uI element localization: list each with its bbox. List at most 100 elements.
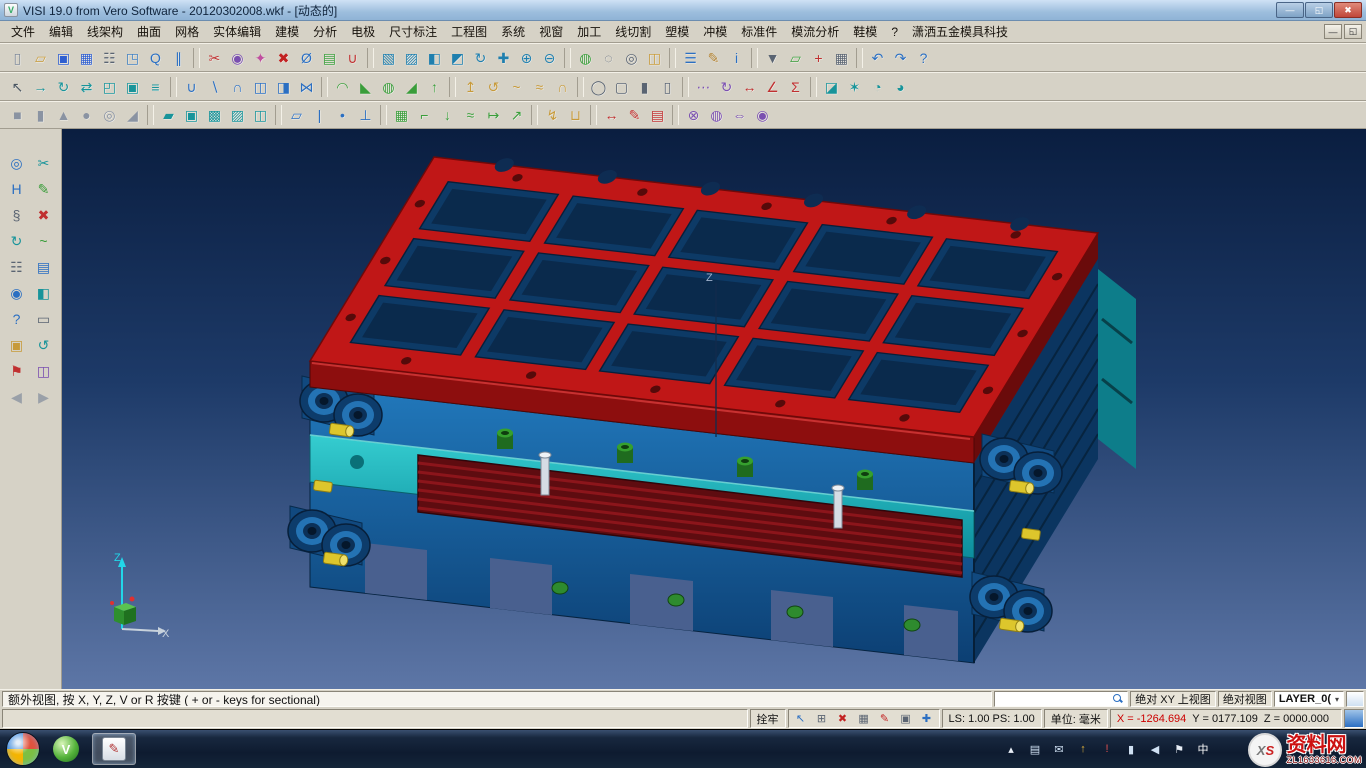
mdi-minimize-button[interactable]: — xyxy=(1324,24,1342,39)
shadow-icon[interactable]: ◕ xyxy=(889,75,912,99)
dynamic-section-icon[interactable]: ◫ xyxy=(643,46,666,70)
measure-angle-icon[interactable]: ∠ xyxy=(761,75,784,99)
transparency-icon[interactable]: ◔ xyxy=(866,75,889,99)
clamp-toggle[interactable]: 拴牢 xyxy=(750,709,786,728)
layer-combo[interactable]: LAYER_0( ▾ xyxy=(1274,691,1344,707)
snap-mode-icon[interactable]: ⊞ xyxy=(812,711,832,727)
annotation-icon[interactable]: ✎ xyxy=(623,103,646,127)
electrode-holder-icon[interactable]: ⊔ xyxy=(564,103,587,127)
block-insert-icon[interactable]: ▣ xyxy=(180,103,203,127)
stitch-icon[interactable]: ⋈ xyxy=(295,75,318,99)
calculator-icon[interactable]: ▤ xyxy=(318,46,341,70)
cavity-icon[interactable]: ▩ xyxy=(203,103,226,127)
box-select-icon[interactable]: ▭ xyxy=(31,307,56,331)
rib-icon[interactable]: ▯ xyxy=(656,75,679,99)
action-center-flag-icon[interactable]: ⚑ xyxy=(1170,739,1188,759)
sheet-icon[interactable]: ▤ xyxy=(31,255,56,279)
menu-file[interactable]: 文件 xyxy=(4,21,42,42)
cylinder-primitive-icon[interactable]: ▮ xyxy=(29,103,52,127)
delete-mode-icon[interactable]: ✖ xyxy=(833,711,853,727)
selection-filter-icon[interactable]: ▼ xyxy=(761,46,784,70)
minimize-button[interactable]: — xyxy=(1276,2,1304,18)
menu-help[interactable]: ? xyxy=(884,23,905,41)
delete-icon[interactable]: ✖ xyxy=(272,46,295,70)
link-chain-icon[interactable]: § xyxy=(4,203,29,227)
hidden-line-icon[interactable]: ◎ xyxy=(620,46,643,70)
core-icon[interactable]: ▨ xyxy=(226,103,249,127)
add-mode-icon[interactable]: ✚ xyxy=(917,711,937,727)
new-document-icon[interactable]: ▯ xyxy=(6,46,29,70)
update-tray-icon[interactable]: ↑ xyxy=(1074,739,1092,759)
menu-electrode[interactable]: 电极 xyxy=(344,21,382,42)
datum-plane-icon[interactable]: ▱ xyxy=(285,103,308,127)
view-iso-icon[interactable]: ◩ xyxy=(446,46,469,70)
bom-table-icon[interactable]: ▤ xyxy=(646,103,669,127)
cone-primitive-icon[interactable]: ▲ xyxy=(52,103,75,127)
scissors-trim-icon[interactable]: ✂ xyxy=(31,151,56,175)
messenger-tray-icon[interactable]: ✉ xyxy=(1050,739,1068,759)
menu-standard-parts[interactable]: 标准件 xyxy=(734,21,784,42)
flag-icon[interactable]: ⚑ xyxy=(4,359,29,383)
magnet-icon[interactable]: ∪ xyxy=(341,46,364,70)
pause-icon[interactable]: ∥ xyxy=(167,46,190,70)
attributes-icon[interactable]: ✎ xyxy=(702,46,725,70)
taskbar-app-visi[interactable]: V xyxy=(44,733,88,765)
menu-analysis[interactable]: 分析 xyxy=(306,21,344,42)
boolean-union-icon[interactable]: ∪ xyxy=(180,75,203,99)
select-icon[interactable]: ↖ xyxy=(6,75,29,99)
grid-mode-icon[interactable]: ▦ xyxy=(854,711,874,727)
view-front-icon[interactable]: ▨ xyxy=(400,46,423,70)
zoom-search-icon[interactable]: Q xyxy=(144,46,167,70)
view-top-icon[interactable]: ▧ xyxy=(377,46,400,70)
camera-icon[interactable]: ◉ xyxy=(226,46,249,70)
menu-stamping-die[interactable]: 冲模 xyxy=(696,21,734,42)
compare-icon[interactable]: ⇔ xyxy=(728,103,751,127)
menu-wireframe[interactable]: 线架构 xyxy=(80,21,130,42)
trim-body-icon[interactable]: ◨ xyxy=(272,75,295,99)
explode-view-icon[interactable]: ✶ xyxy=(843,75,866,99)
network-tray-icon[interactable]: ▮ xyxy=(1122,739,1140,759)
xray-view-icon[interactable]: ◍ xyxy=(705,103,728,127)
chamfer-icon[interactable]: ◣ xyxy=(354,75,377,99)
hidden-icons-chevron[interactable]: ▴ xyxy=(1002,739,1020,759)
shell-icon[interactable]: ◍ xyxy=(377,75,400,99)
reset-icon[interactable]: ↺ xyxy=(31,333,56,357)
mold-base-icon[interactable]: ▦ xyxy=(390,103,413,127)
align-icon[interactable]: ≡ xyxy=(144,75,167,99)
menu-mold[interactable]: 塑模 xyxy=(658,21,696,42)
layer-manager-icon[interactable]: ☰ xyxy=(679,46,702,70)
offset-face-icon[interactable]: ↑ xyxy=(423,75,446,99)
open-file-icon[interactable]: ▱ xyxy=(29,46,52,70)
search-magnifier-icon[interactable] xyxy=(1113,694,1123,704)
copy-body-icon[interactable]: ▣ xyxy=(121,75,144,99)
view-xy-combo[interactable]: 绝对 XY 上视图 xyxy=(1130,691,1216,707)
sketch-pencil-icon[interactable]: ✎ xyxy=(31,177,56,201)
mdi-restore-button[interactable]: ◱ xyxy=(1344,24,1362,39)
datum-axis-icon[interactable]: | xyxy=(308,103,331,127)
taskbar-app-active[interactable]: ✎ xyxy=(92,733,136,765)
alert-tray-icon[interactable]: ! xyxy=(1098,739,1116,759)
redo-icon[interactable]: ↷ xyxy=(889,46,912,70)
image-capture-icon[interactable]: ◫ xyxy=(31,359,56,383)
menu-edit[interactable]: 编辑 xyxy=(42,21,80,42)
boss-icon[interactable]: ▮ xyxy=(633,75,656,99)
fillet-icon[interactable]: ◠ xyxy=(331,75,354,99)
cooling-channel-icon[interactable]: ≈ xyxy=(459,103,482,127)
menu-dimension[interactable]: 尺寸标注 xyxy=(382,21,444,42)
datum-csys-icon[interactable]: ⊥ xyxy=(354,103,377,127)
menu-shoe-mold[interactable]: 鞋模 xyxy=(846,21,884,42)
measure-h-icon[interactable]: H xyxy=(4,177,29,201)
sphere-primitive-icon[interactable]: ● xyxy=(75,103,98,127)
loft-icon[interactable]: ≈ xyxy=(528,75,551,99)
menu-mold-flow[interactable]: 模流分析 xyxy=(784,21,846,42)
menu-brand[interactable]: 潇洒五金模具科技 xyxy=(905,21,1015,42)
wireframe-view-icon[interactable]: ◌ xyxy=(597,46,620,70)
translate-icon[interactable]: → xyxy=(29,75,52,99)
slider-icon[interactable]: ↦ xyxy=(482,103,505,127)
erase-icon[interactable]: ✖ xyxy=(31,203,56,227)
visibility-eye-icon[interactable]: ◉ xyxy=(4,281,29,305)
section-view-icon[interactable]: ◪ xyxy=(820,75,843,99)
menu-surface[interactable]: 曲面 xyxy=(130,21,168,42)
print-region-icon[interactable]: ☷ xyxy=(4,255,29,279)
boolean-subtract-icon[interactable]: ∖ xyxy=(203,75,226,99)
